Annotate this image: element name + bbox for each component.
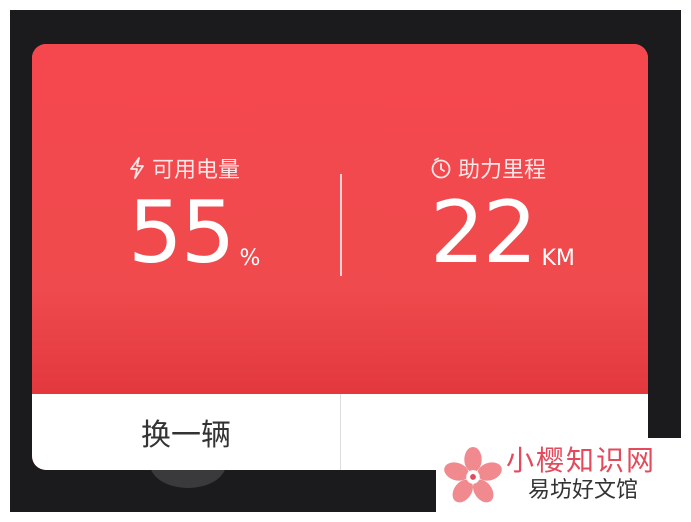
battery-value: 55 bbox=[128, 183, 235, 283]
timer-icon bbox=[431, 157, 451, 179]
range-value: 22 bbox=[430, 183, 537, 283]
watermark-text: 小樱知识网 易坊好文馆 bbox=[506, 445, 656, 505]
battery-label: 可用电量 bbox=[152, 158, 241, 183]
range-label-row: 助力里程 bbox=[430, 154, 648, 183]
battery-value-row: 55 % bbox=[128, 190, 368, 276]
range-value-row: 22 KM bbox=[430, 190, 648, 276]
lightning-icon bbox=[130, 157, 144, 179]
bike-status-card: 可用电量 55 % 助力里程 22 KM 换一辆 bbox=[32, 44, 648, 470]
range-unit: KM bbox=[541, 246, 575, 271]
switch-bike-label: 换一辆 bbox=[141, 418, 231, 453]
app-screen: 可用电量 55 % 助力里程 22 KM 换一辆 bbox=[10, 10, 681, 512]
watermark-title: 小樱知识网 bbox=[506, 444, 657, 477]
stat-divider bbox=[340, 174, 342, 276]
battery-stat: 可用电量 55 % bbox=[128, 154, 368, 276]
battery-label-row: 可用电量 bbox=[128, 154, 368, 183]
cherry-blossom-icon bbox=[444, 446, 502, 503]
range-label: 助力里程 bbox=[458, 158, 547, 183]
range-stat: 助力里程 22 KM bbox=[430, 154, 648, 276]
battery-unit: % bbox=[239, 246, 261, 271]
switch-bike-button[interactable]: 换一辆 bbox=[32, 394, 340, 470]
watermark-subtitle: 易坊好文馆 bbox=[528, 478, 639, 503]
watermark: 小樱知识网 易坊好文馆 bbox=[436, 438, 681, 512]
status-panel: 可用电量 55 % 助力里程 22 KM bbox=[32, 44, 648, 394]
